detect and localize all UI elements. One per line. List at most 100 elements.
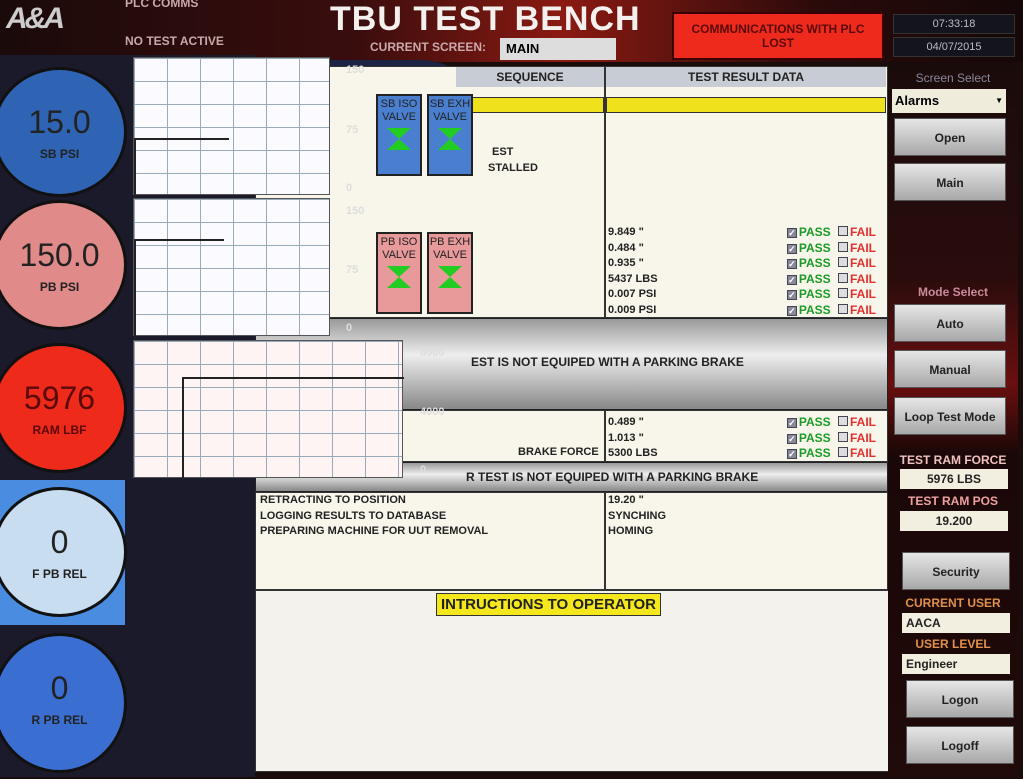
result-row: 0.489 " ✓ PASS FAIL	[608, 415, 876, 431]
instructions-title: INTRUCTIONS TO OPERATOR	[436, 593, 662, 616]
valve-icon	[438, 128, 462, 150]
sequence-header: SEQUENCE	[456, 67, 604, 87]
user-level-value: Engineer	[902, 654, 1010, 674]
pb-iso-valve[interactable]: PB ISO VALVE	[376, 232, 422, 314]
scale-mid: 75	[346, 124, 359, 136]
fail-label: FAIL	[850, 430, 876, 445]
gauge-label: R PB REL	[31, 713, 88, 727]
pb-psi-trend-chart	[133, 198, 330, 339]
column-divider	[604, 411, 606, 463]
valve-label: PB ISO VALVE	[380, 236, 418, 261]
status-line: RETRACTING TO POSITION	[260, 494, 406, 506]
result-value: 5437 LBS	[608, 272, 658, 285]
status-value: SYNCHING	[608, 509, 667, 522]
results-list-2: 0.489 " ✓ PASS FAIL 1.013 " ✓ PASS FAIL 5300…	[608, 415, 876, 462]
sb-psi-gauge: 15.0 SB PSI	[0, 67, 127, 197]
open-button[interactable]: Open	[894, 118, 1006, 156]
pass-label: PASS	[798, 430, 831, 445]
pass-label: PASS	[798, 240, 831, 255]
sb-iso-valve[interactable]: SB ISO VALVE	[376, 94, 422, 176]
fail-checkbox[interactable]	[838, 241, 848, 252]
results-list-1: 9.849 " ✓ PASS FAIL 0.484 " ✓ PASS FAIL 0.93…	[608, 225, 876, 318]
ram-pos-label: TEST RAM POS	[907, 494, 998, 508]
pb-exh-valve[interactable]: PB EXH VALVE	[427, 232, 473, 314]
trend-line	[182, 377, 404, 481]
security-button[interactable]: Security	[902, 552, 1010, 590]
pass-checkbox[interactable]: ✓	[786, 433, 797, 444]
status-value: 19.20 "	[608, 494, 644, 506]
fail-checkbox[interactable]	[838, 272, 848, 283]
fail-checkbox[interactable]	[838, 226, 848, 236]
gauge-label: F PB REL	[32, 567, 87, 581]
result-row: 1.013 " ✓ PASS FAIL	[608, 431, 876, 447]
ram-lbf-gauge: 5976 RAM LBF	[0, 343, 127, 473]
scale-max: 8000	[420, 347, 445, 359]
main-button[interactable]: Main	[894, 163, 1006, 201]
gauge-label: RAM LBF	[32, 423, 87, 437]
auto-button[interactable]: Auto	[894, 304, 1006, 342]
result-value: 5300 LBS	[608, 447, 658, 459]
pass-checkbox[interactable]: ✓	[786, 305, 797, 316]
pass-checkbox[interactable]: ✓	[786, 274, 797, 285]
result-row: 0.007 PSI ✓ PASS FAIL	[608, 287, 876, 303]
pass-label: PASS	[798, 287, 831, 301]
pass-checkbox[interactable]: ✓	[786, 290, 797, 300]
fail-checkbox[interactable]	[838, 431, 848, 442]
current-screen-label: CURRENT SCREEN:	[370, 40, 487, 54]
status-panel: RETRACTING TO POSITION LOGGING RESULTS T…	[255, 492, 888, 591]
sb-exh-valve[interactable]: SB EXH VALVE	[427, 94, 473, 176]
pass-checkbox[interactable]: ✓	[786, 449, 797, 459]
pass-label: PASS	[798, 225, 831, 239]
fail-checkbox[interactable]	[838, 416, 848, 426]
result-row: 5300 LBS ✓ PASS FAIL	[608, 446, 876, 462]
mode-select-label: Mode Select	[917, 285, 989, 299]
current-user-value: AACA	[902, 613, 1010, 633]
plc-comms-label: PLC COMMS	[125, 0, 199, 10]
gauge-value: 5976	[23, 380, 96, 416]
manual-button[interactable]: Manual	[894, 350, 1006, 388]
header-bar: A&A PLC COMMS NO TEST ACTIVE TBU TEST BE…	[0, 0, 1023, 62]
valve-icon	[438, 266, 462, 288]
result-value: 0.484 "	[608, 241, 644, 254]
pass-checkbox[interactable]: ✓	[786, 418, 797, 428]
fail-checkbox[interactable]	[838, 447, 848, 457]
result-row: 0.484 " ✓ PASS FAIL	[608, 241, 876, 257]
result-row: 0.935 " ✓ PASS FAIL	[608, 256, 876, 272]
result-value: 0.489 "	[608, 416, 644, 428]
loop-test-mode-button[interactable]: Loop Test Mode	[894, 397, 1006, 435]
pass-label: PASS	[798, 415, 831, 429]
pass-checkbox[interactable]: ✓	[786, 243, 797, 254]
instructions-panel: INTRUCTIONS TO OPERATOR	[255, 590, 898, 772]
current-screen-value: MAIN	[500, 38, 616, 60]
valve-icon	[387, 266, 411, 288]
pass-checkbox[interactable]: ✓	[786, 259, 797, 269]
status-values: 19.20 " SYNCHING HOMING	[608, 493, 666, 540]
scale-mid: 4000	[420, 406, 445, 418]
fail-label: FAIL	[850, 446, 876, 460]
result-row: 0.009 PSI ✓ PASS FAIL	[608, 303, 876, 319]
sequence-lines: EST STALLED	[488, 145, 538, 176]
column-divider	[604, 67, 606, 319]
screen-select-dropdown[interactable]: Alarms ▼	[892, 89, 1006, 113]
current-user-label: CURRENT USER	[905, 596, 1001, 610]
fail-checkbox[interactable]	[838, 303, 848, 314]
fail-checkbox[interactable]	[838, 288, 848, 298]
sequence-brake-force: BRAKE FORCE	[518, 446, 599, 458]
trend-line	[134, 138, 229, 198]
fail-label: FAIL	[850, 225, 876, 239]
result-value: 1.013 "	[608, 431, 644, 444]
logoff-button[interactable]: Logoff	[906, 726, 1014, 764]
result-value: 9.849 "	[608, 226, 644, 238]
sb-psi-trend-chart	[133, 57, 330, 198]
plc-alarm-banner: COMMUNICATIONS WITH PLC LOST	[672, 12, 884, 60]
pass-checkbox[interactable]: ✓	[786, 228, 797, 238]
status-value: HOMING	[608, 525, 654, 537]
scale-min: 0	[346, 182, 353, 194]
ram-force-trend-chart	[133, 340, 404, 481]
fail-label: FAIL	[850, 287, 876, 301]
fail-checkbox[interactable]	[838, 257, 848, 267]
chevron-down-icon: ▼	[995, 96, 1003, 105]
pass-label: PASS	[798, 271, 831, 286]
logon-button[interactable]: Logon	[906, 680, 1014, 718]
result-value: 0.009 PSI	[608, 303, 657, 316]
